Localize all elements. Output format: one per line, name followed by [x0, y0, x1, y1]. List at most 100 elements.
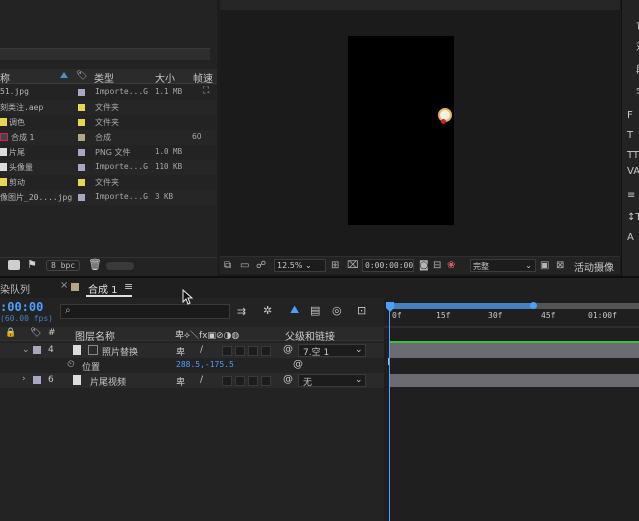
shy-switch[interactable]: 卑: [176, 375, 185, 388]
font-size-icon[interactable]: TT: [627, 150, 639, 161]
label-color-swatch[interactable]: [78, 149, 85, 156]
adjustment-switch[interactable]: [248, 376, 258, 386]
baseline-icon[interactable]: A: [627, 232, 634, 243]
always-preview-icon[interactable]: ⧉: [224, 260, 231, 271]
label-color-swatch[interactable]: [78, 194, 85, 201]
project-item[interactable]: 头像量 Importe...G 110 KB: [0, 160, 217, 175]
mask-icon[interactable]: ☍: [256, 260, 266, 271]
motion-blur-switch[interactable]: [235, 346, 245, 356]
label-tag-icon[interactable]: 🏷: [76, 71, 87, 81]
stroke-icon[interactable]: ≡: [627, 190, 635, 201]
motion-blur-switch[interactable]: [235, 376, 245, 386]
comp-mini-flowchart-icon[interactable]: ✲: [263, 304, 272, 317]
project-item[interactable]: 像图片_20....jpg Importe...G 3 KB: [0, 190, 217, 205]
column-name[interactable]: 称: [0, 70, 10, 85]
parent-dropdown[interactable]: 无 ⌄: [298, 374, 366, 388]
project-item[interactable]: 51.jpg Importe...G 1.1 MB ⛶: [0, 85, 217, 100]
zoom-dropdown[interactable]: 12.5% ⌄: [274, 259, 326, 272]
layer-name[interactable]: 照片替换: [102, 345, 138, 358]
effect-switch[interactable]: [222, 376, 232, 386]
tab-render-queue[interactable]: 染队列: [0, 281, 30, 296]
project-item[interactable]: 刻类注.aep 文件夹: [0, 100, 217, 115]
label-color-swatch[interactable]: [78, 89, 85, 96]
project-item[interactable]: 剪动 文件夹: [0, 175, 217, 190]
composition-frame[interactable]: [348, 36, 454, 225]
timecode-field[interactable]: 0:00:00:00: [362, 259, 414, 272]
pickwhip-icon[interactable]: @: [283, 374, 293, 385]
column-parent-link[interactable]: 父级和链接: [285, 328, 335, 343]
monitor-icon[interactable]: ▭: [240, 260, 249, 271]
project-search-bar[interactable]: [0, 48, 210, 60]
close-tab-icon[interactable]: ×: [60, 280, 68, 291]
label-color-swatch[interactable]: [78, 104, 85, 111]
stopwatch-icon[interactable]: ⏲: [67, 359, 75, 370]
expand-chevron-icon[interactable]: ›: [22, 374, 26, 384]
shy-layers-icon[interactable]: ⛰: [290, 303, 299, 317]
region-of-interest-icon[interactable]: ⌧: [347, 260, 359, 271]
work-area-end-handle[interactable]: [530, 302, 537, 309]
work-area-range[interactable]: [388, 303, 534, 309]
quality-switch[interactable]: /: [200, 345, 203, 355]
frame-blending-icon[interactable]: ▤: [310, 304, 320, 317]
vertical-scale-icon[interactable]: ↕T: [627, 212, 639, 223]
lock-icon[interactable]: 🔒: [5, 328, 16, 338]
label-color-swatch[interactable]: [78, 164, 85, 171]
color-channel-icon[interactable]: ❀: [447, 260, 455, 271]
layer-row[interactable]: › 6 片尾视频 卑 / @ 无 ⌄: [0, 373, 384, 388]
camera-dropdown[interactable]: 活动摄像: [574, 259, 614, 274]
3d-switch[interactable]: [261, 376, 271, 386]
layer-duration-bar[interactable]: [390, 374, 639, 387]
column-type[interactable]: 类型: [94, 70, 114, 85]
project-item[interactable]: 调色 文件夹: [0, 115, 217, 130]
font-style-field[interactable]: T: [627, 130, 633, 141]
project-item[interactable]: 合成 1 合成 60: [0, 130, 217, 145]
flowchart-icon[interactable]: ⛶: [203, 86, 209, 96]
layer-label-swatch[interactable]: [33, 376, 41, 384]
label-color-swatch[interactable]: [78, 134, 85, 141]
shy-switch[interactable]: 卑: [176, 345, 185, 358]
transparency-grid-icon[interactable]: ⊠: [556, 260, 564, 271]
project-scrollbar[interactable]: [106, 262, 134, 270]
layer-name[interactable]: 片尾视频: [90, 375, 126, 388]
resolution-dropdown[interactable]: 完整 ⌄: [470, 259, 536, 272]
motion-blur-icon[interactable]: ◎: [332, 304, 342, 317]
pickwhip-icon[interactable]: @: [283, 344, 293, 355]
draft-3d-icon[interactable]: ⇉: [237, 305, 246, 318]
column-size[interactable]: 大小: [155, 70, 175, 85]
property-row[interactable]: ⏲ 位置 288.5,-175.5 @: [0, 358, 384, 373]
expression-pickwhip-icon[interactable]: @: [293, 359, 303, 370]
label-color-swatch[interactable]: [78, 119, 85, 126]
snapshot-icon[interactable]: ⊞: [331, 260, 339, 271]
grid-icon[interactable]: ⊟: [433, 260, 441, 271]
adjustment-switch[interactable]: [248, 346, 258, 356]
project-item[interactable]: 片尾 PNG 文件 1.0 MB: [0, 145, 217, 160]
quality-switch[interactable]: /: [200, 375, 203, 385]
label-color-swatch[interactable]: [78, 179, 85, 186]
playhead-line[interactable]: [389, 310, 390, 521]
bpc-button[interactable]: 8 bpc: [46, 260, 81, 271]
new-folder-icon[interactable]: ⚑: [27, 258, 37, 271]
interpret-footage-icon[interactable]: [8, 260, 20, 270]
tab-menu-icon[interactable]: ≡: [124, 280, 133, 293]
column-layer-name[interactable]: 图层名称: [75, 328, 115, 343]
camera-icon[interactable]: ◙: [419, 260, 429, 271]
font-field[interactable]: F: [627, 110, 633, 121]
collapse-chevron-icon[interactable]: ⌄: [22, 345, 30, 355]
switches-header[interactable]: 卑⟡＼fx▣⊘◑◍: [175, 328, 239, 341]
layer-label-swatch[interactable]: [33, 346, 41, 354]
region-icon[interactable]: ▣: [540, 260, 549, 271]
layer-duration-bar[interactable]: [390, 342, 639, 358]
label-tag-icon[interactable]: 🏷: [30, 328, 41, 338]
trash-icon[interactable]: 🗑: [88, 258, 102, 271]
3d-switch[interactable]: [261, 346, 271, 356]
kerning-icon[interactable]: VA: [627, 166, 639, 177]
tab-composition[interactable]: 合成 1: [88, 281, 118, 296]
layer-search-input[interactable]: ⌕: [60, 304, 230, 319]
graph-editor-icon[interactable]: ⊡: [357, 304, 366, 317]
layer-row[interactable]: ⌄ 4 照片替换 卑 / @ 7.空 1 ⌄: [0, 343, 384, 358]
position-value[interactable]: 288.5,-175.5: [176, 360, 234, 369]
effect-switch[interactable]: [222, 346, 232, 356]
sort-asc-icon[interactable]: [60, 72, 68, 78]
column-frame-rate[interactable]: 帧速: [193, 70, 213, 85]
current-time[interactable]: :00:00: [0, 300, 43, 314]
